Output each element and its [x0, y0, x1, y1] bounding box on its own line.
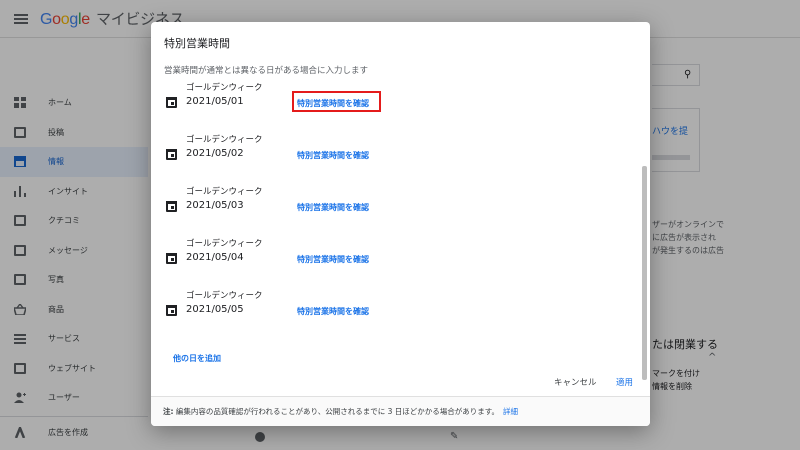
entry-name: ゴールデンウィーク: [186, 291, 263, 301]
details-link[interactable]: 詳細: [503, 407, 518, 416]
dialog-footer-note: 注: 編集内容の品質確認が行われることがあり、公開されるまでに 3 日ほどかかる…: [151, 396, 650, 426]
entry-name: ゴールデンウィーク: [186, 83, 263, 93]
entry-date[interactable]: 2021/05/02: [186, 148, 244, 159]
apply-button[interactable]: 適用: [616, 376, 633, 388]
special-hours-entry: ゴールデンウィーク 2021/05/02 特別営業時間を確認: [164, 133, 564, 173]
special-hours-dialog: 特別営業時間 営業時間が通常とは異なる日がある場合に入力します ゴールデンウィー…: [151, 22, 650, 426]
entry-name: ゴールデンウィーク: [186, 239, 263, 249]
entry-date[interactable]: 2021/05/05: [186, 304, 244, 315]
confirm-hours-link[interactable]: 特別営業時間を確認: [297, 150, 369, 161]
confirm-hours-link[interactable]: 特別営業時間を確認: [297, 306, 369, 317]
special-hours-entry: ゴールデンウィーク 2021/05/01 特別営業時間を確認: [164, 81, 564, 121]
special-hours-entry: ゴールデンウィーク 2021/05/05 特別営業時間を確認: [164, 289, 564, 329]
special-hours-entry: ゴールデンウィーク 2021/05/04 特別営業時間を確認: [164, 237, 564, 277]
dialog-title: 特別営業時間: [164, 37, 230, 50]
add-other-day-button[interactable]: 他の日を追加: [173, 353, 221, 364]
entry-date[interactable]: 2021/05/04: [186, 252, 244, 263]
special-hours-entry: ゴールデンウィーク 2021/05/03 特別営業時間を確認: [164, 185, 564, 225]
note-text: 注: 編集内容の品質確認が行われることがあり、公開されるまでに 3 日ほどかかる…: [163, 406, 518, 417]
calendar-icon[interactable]: [166, 201, 177, 212]
entry-name: ゴールデンウィーク: [186, 135, 263, 145]
note-prefix: 注:: [163, 407, 174, 416]
entry-name: ゴールデンウィーク: [186, 187, 263, 197]
confirm-hours-link[interactable]: 特別営業時間を確認: [297, 98, 369, 109]
entry-date[interactable]: 2021/05/01: [186, 96, 244, 107]
calendar-icon[interactable]: [166, 305, 177, 316]
confirm-hours-link[interactable]: 特別営業時間を確認: [297, 254, 369, 265]
dialog-subtitle: 営業時間が通常とは異なる日がある場合に入力します: [164, 66, 369, 76]
cancel-button[interactable]: キャンセル: [554, 376, 597, 388]
dialog-scrollbar[interactable]: [642, 166, 647, 380]
calendar-icon[interactable]: [166, 149, 177, 160]
note-body: 編集内容の品質確認が行われることがあり、公開されるまでに 3 日ほどかかる場合が…: [173, 407, 499, 416]
confirm-hours-link[interactable]: 特別営業時間を確認: [297, 202, 369, 213]
calendar-icon[interactable]: [166, 97, 177, 108]
calendar-icon[interactable]: [166, 253, 177, 264]
entry-date[interactable]: 2021/05/03: [186, 200, 244, 211]
